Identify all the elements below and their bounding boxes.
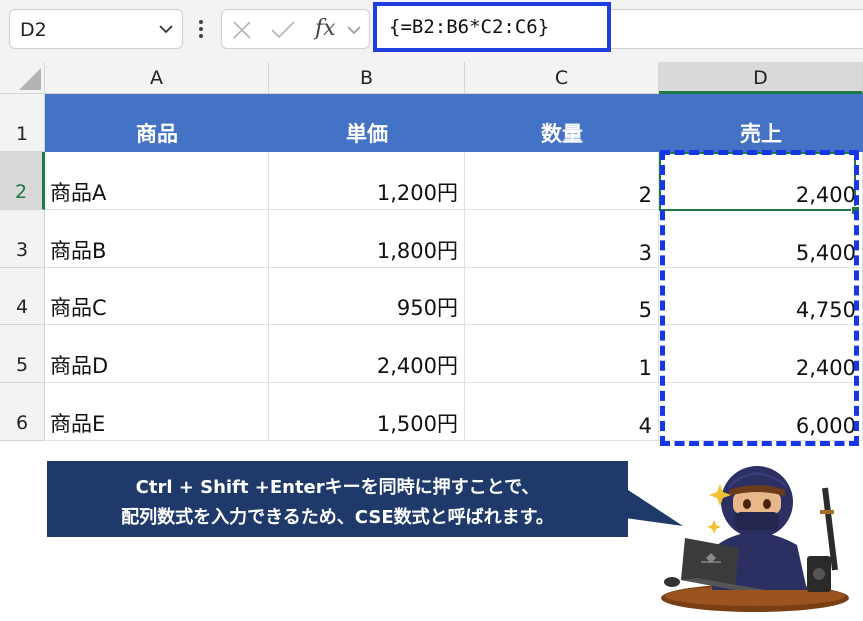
row-header-6[interactable]: 6 [0,383,45,441]
formula-bar: D2 fx {=B2:B6*C2:C6} [0,0,863,62]
table-cell[interactable]: 3 [465,210,659,268]
table-cell[interactable]: 商品C [45,268,269,325]
column-header-d[interactable]: D [659,62,863,94]
callout-line-2: 配列数式を入力できるため、CSE数式と呼ばれます。 [121,507,554,528]
row-header-label: 1 [15,123,29,145]
row-header-3[interactable]: 3 [0,210,45,268]
column-header-c[interactable]: C [465,62,659,94]
cell-value: 商品C [50,296,107,320]
table-cell[interactable]: 1,800円 [269,210,465,268]
cell-value: 1,200円 [376,181,458,205]
row-header-label: 4 [15,296,29,318]
table-cell[interactable]: 商品E [45,383,269,441]
cancel-x-icon[interactable] [232,20,252,40]
column-header-label: A [150,67,163,89]
name-box[interactable]: D2 [9,9,183,49]
row-header-label: 3 [15,239,29,261]
table-cell[interactable]: 4 [465,383,659,441]
header-cell-unit-price[interactable]: 単価 [269,94,465,152]
more-vertical-icon[interactable] [196,17,206,41]
callout-line-1: Ctrl + Shift +Enterキーを同時に押すことで、 [135,477,540,498]
spreadsheet-grid: A B C D 1 2 3 4 5 6 商品 単価 数量 売上 商品A 1,20… [0,62,863,446]
cell-value: 950円 [396,296,458,320]
cell-value: 商品B [50,239,107,263]
row-header-5[interactable]: 5 [0,325,45,383]
name-box-value: D2 [20,19,47,41]
formula-input[interactable]: {=B2:B6*C2:C6} [373,2,611,52]
table-cell[interactable]: 商品B [45,210,269,268]
ninja-mascot-illustration [661,466,849,612]
speech-callout: Ctrl + Shift +Enterキーを同時に押すことで、 配列数式を入力で… [47,461,628,537]
cell-value: 商品E [50,412,106,436]
cell-value: 3 [638,241,652,265]
cell-value: 2 [638,183,652,207]
formula-text: {=B2:B6*C2:C6} [389,16,550,38]
row-header-2[interactable]: 2 [0,152,45,210]
header-cell-quantity[interactable]: 数量 [465,94,659,152]
header-label: 単価 [346,122,388,146]
select-all-triangle-icon [19,68,41,90]
cell-value: 4 [638,414,652,438]
column-header-label: D [753,67,768,89]
cell-value: 1,800円 [376,239,458,263]
row-header-label: 5 [15,354,29,376]
check-icon[interactable] [270,20,296,40]
chevron-down-icon[interactable] [158,21,174,37]
row-header-label: 2 [14,181,28,203]
table-cell[interactable]: 1,200円 [269,152,465,210]
formula-buttons: fx [221,9,370,49]
column-header-label: C [554,67,569,89]
cell-value: 5 [638,298,652,322]
table-cell[interactable]: 2 [465,152,659,210]
row-header-1[interactable]: 1 [0,94,45,152]
table-cell[interactable]: 2,400円 [269,325,465,383]
cell-value: 1,500円 [376,412,458,436]
row-header-label: 6 [15,412,29,434]
formula-input-extension[interactable] [611,9,863,49]
function-fx-icon[interactable]: fx [315,16,336,41]
cell-value: 2,400円 [376,354,458,378]
table-cell[interactable]: 商品D [45,325,269,383]
select-all-button[interactable] [0,62,45,94]
column-header-b[interactable]: B [269,62,465,94]
column-header-label: B [359,67,374,89]
header-cell-sales[interactable]: 売上 [659,94,863,152]
column-header-a[interactable]: A [45,62,269,94]
table-cell[interactable]: 商品A [45,152,269,210]
table-cell[interactable]: 5 [465,268,659,325]
header-cell-product[interactable]: 商品 [45,94,269,152]
row-header-4[interactable]: 4 [0,268,45,325]
chevron-down-icon[interactable] [346,24,362,36]
header-label: 売上 [740,122,782,146]
cell-value: 1 [638,356,652,380]
header-label: 数量 [541,122,583,146]
cell-value: 商品A [50,181,107,205]
array-range-highlight [660,150,859,446]
cell-value: 商品D [50,354,109,378]
table-cell[interactable]: 1,500円 [269,383,465,441]
table-cell[interactable]: 1 [465,325,659,383]
table-cell[interactable]: 950円 [269,268,465,325]
header-label: 商品 [136,122,178,146]
